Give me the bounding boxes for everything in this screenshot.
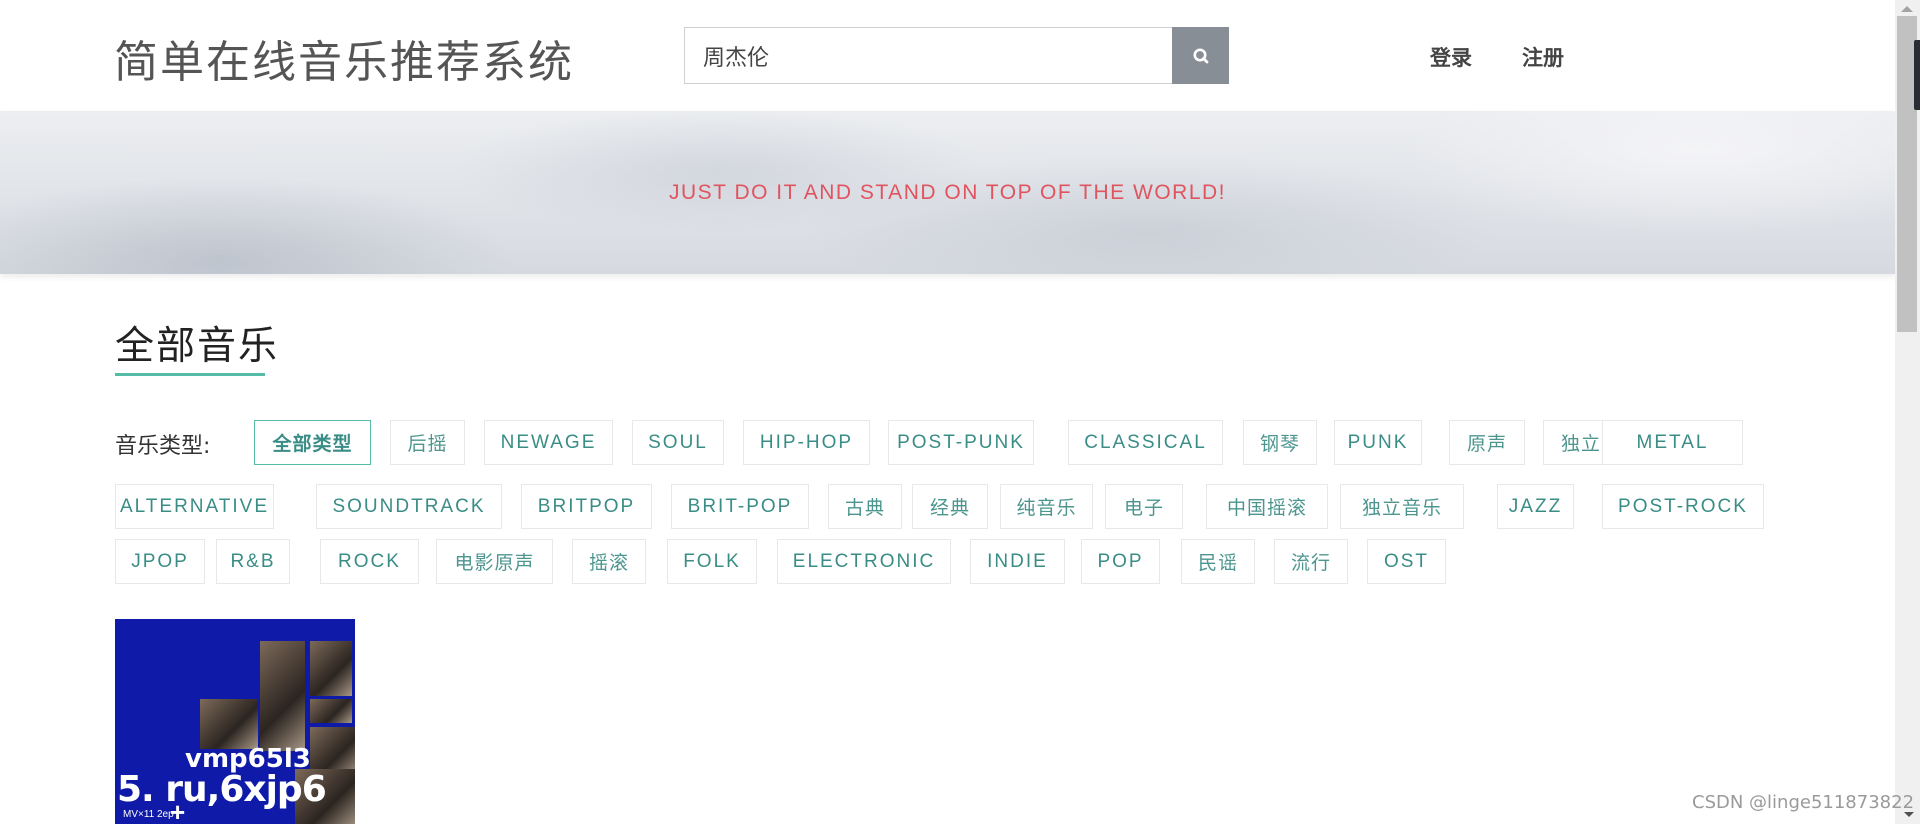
- register-link[interactable]: 注册: [1522, 42, 1564, 72]
- search-input[interactable]: [684, 27, 1172, 84]
- genre-tag[interactable]: ALTERNATIVE: [115, 484, 274, 529]
- search-button[interactable]: [1172, 27, 1229, 84]
- genre-tag[interactable]: 原声: [1449, 420, 1525, 465]
- section-title: 全部音乐: [115, 324, 280, 369]
- album-cover-text: 5. ru,6xjp6: [117, 769, 327, 810]
- genre-tag[interactable]: 电子: [1105, 484, 1183, 529]
- scrollbar[interactable]: [1895, 0, 1920, 824]
- genre-tag[interactable]: OST: [1367, 539, 1446, 584]
- login-link[interactable]: 登录: [1430, 42, 1472, 72]
- page: 简单在线音乐推荐系统 登录 注册 JUST DO IT AND STAND ON…: [0, 0, 1895, 824]
- album-photo: [310, 641, 352, 696]
- genre-tag[interactable]: POST-PUNK: [888, 420, 1034, 465]
- genre-tag[interactable]: SOUL: [632, 420, 724, 465]
- section-title-underline: [115, 373, 265, 376]
- genre-tag[interactable]: HIP-HOP: [743, 420, 870, 465]
- genre-tag[interactable]: ELECTRONIC: [777, 539, 951, 584]
- album-card[interactable]: vmp65l3 5. ru,6xjp6 + MV×11 2ep: [115, 619, 355, 824]
- genre-tag[interactable]: 后摇: [390, 420, 465, 465]
- site-title[interactable]: 简单在线音乐推荐系统: [114, 26, 574, 90]
- genre-tag[interactable]: JPOP: [115, 539, 205, 584]
- genre-tag[interactable]: 流行: [1274, 539, 1348, 584]
- genre-tag[interactable]: 摇滚: [572, 539, 646, 584]
- genre-tag[interactable]: ROCK: [320, 539, 419, 584]
- album-cover-text: MV×11 2ep: [123, 809, 174, 820]
- genre-tag[interactable]: INDIE: [970, 539, 1065, 584]
- genre-tag[interactable]: 古典: [828, 484, 902, 529]
- genre-tag[interactable]: 独立音乐: [1340, 484, 1464, 529]
- album-photo: [260, 641, 305, 751]
- genre-tag[interactable]: BRIT-POP: [671, 484, 809, 529]
- banner-slogan: JUST DO IT AND STAND ON TOP OF THE WORLD…: [668, 181, 1227, 204]
- genre-tag[interactable]: 民谣: [1181, 539, 1255, 584]
- genre-tag[interactable]: 中国摇滚: [1206, 484, 1328, 529]
- genre-tag[interactable]: POP: [1081, 539, 1160, 584]
- genre-tag-active[interactable]: 全部类型: [254, 420, 371, 465]
- genre-tag[interactable]: NEWAGE: [484, 420, 613, 465]
- search-icon: [1193, 48, 1208, 63]
- album-photo: [200, 699, 258, 749]
- genre-filter-label: 音乐类型:: [115, 434, 211, 459]
- search-bar: [684, 27, 1229, 84]
- hero-banner: JUST DO IT AND STAND ON TOP OF THE WORLD…: [0, 111, 1895, 274]
- user-nav: 登录 注册: [1430, 42, 1564, 72]
- genre-tag[interactable]: JAZZ: [1497, 484, 1574, 529]
- genre-tag[interactable]: 钢琴: [1243, 420, 1317, 465]
- genre-tag[interactable]: PUNK: [1334, 420, 1422, 465]
- genre-tag[interactable]: 纯音乐: [1000, 484, 1093, 529]
- genre-tag[interactable]: CLASSICAL: [1068, 420, 1223, 465]
- scroll-up-arrow-icon[interactable]: [1901, 6, 1913, 12]
- header: 简单在线音乐推荐系统 登录 注册: [0, 0, 1895, 111]
- genre-tag[interactable]: BRITPOP: [521, 484, 652, 529]
- genre-tag[interactable]: 经典: [912, 484, 988, 529]
- album-photo: [310, 699, 352, 723]
- side-floating-widget[interactable]: [1914, 40, 1920, 110]
- genre-tag[interactable]: POST-ROCK: [1602, 484, 1764, 529]
- genre-tag[interactable]: METAL: [1602, 420, 1743, 465]
- genre-tag[interactable]: R&B: [216, 539, 290, 584]
- genre-tag[interactable]: 电影原声: [436, 539, 553, 584]
- genre-tag[interactable]: SOUNDTRACK: [316, 484, 502, 529]
- genre-tag[interactable]: FOLK: [667, 539, 757, 584]
- watermark: CSDN @linge511873822: [1692, 792, 1915, 813]
